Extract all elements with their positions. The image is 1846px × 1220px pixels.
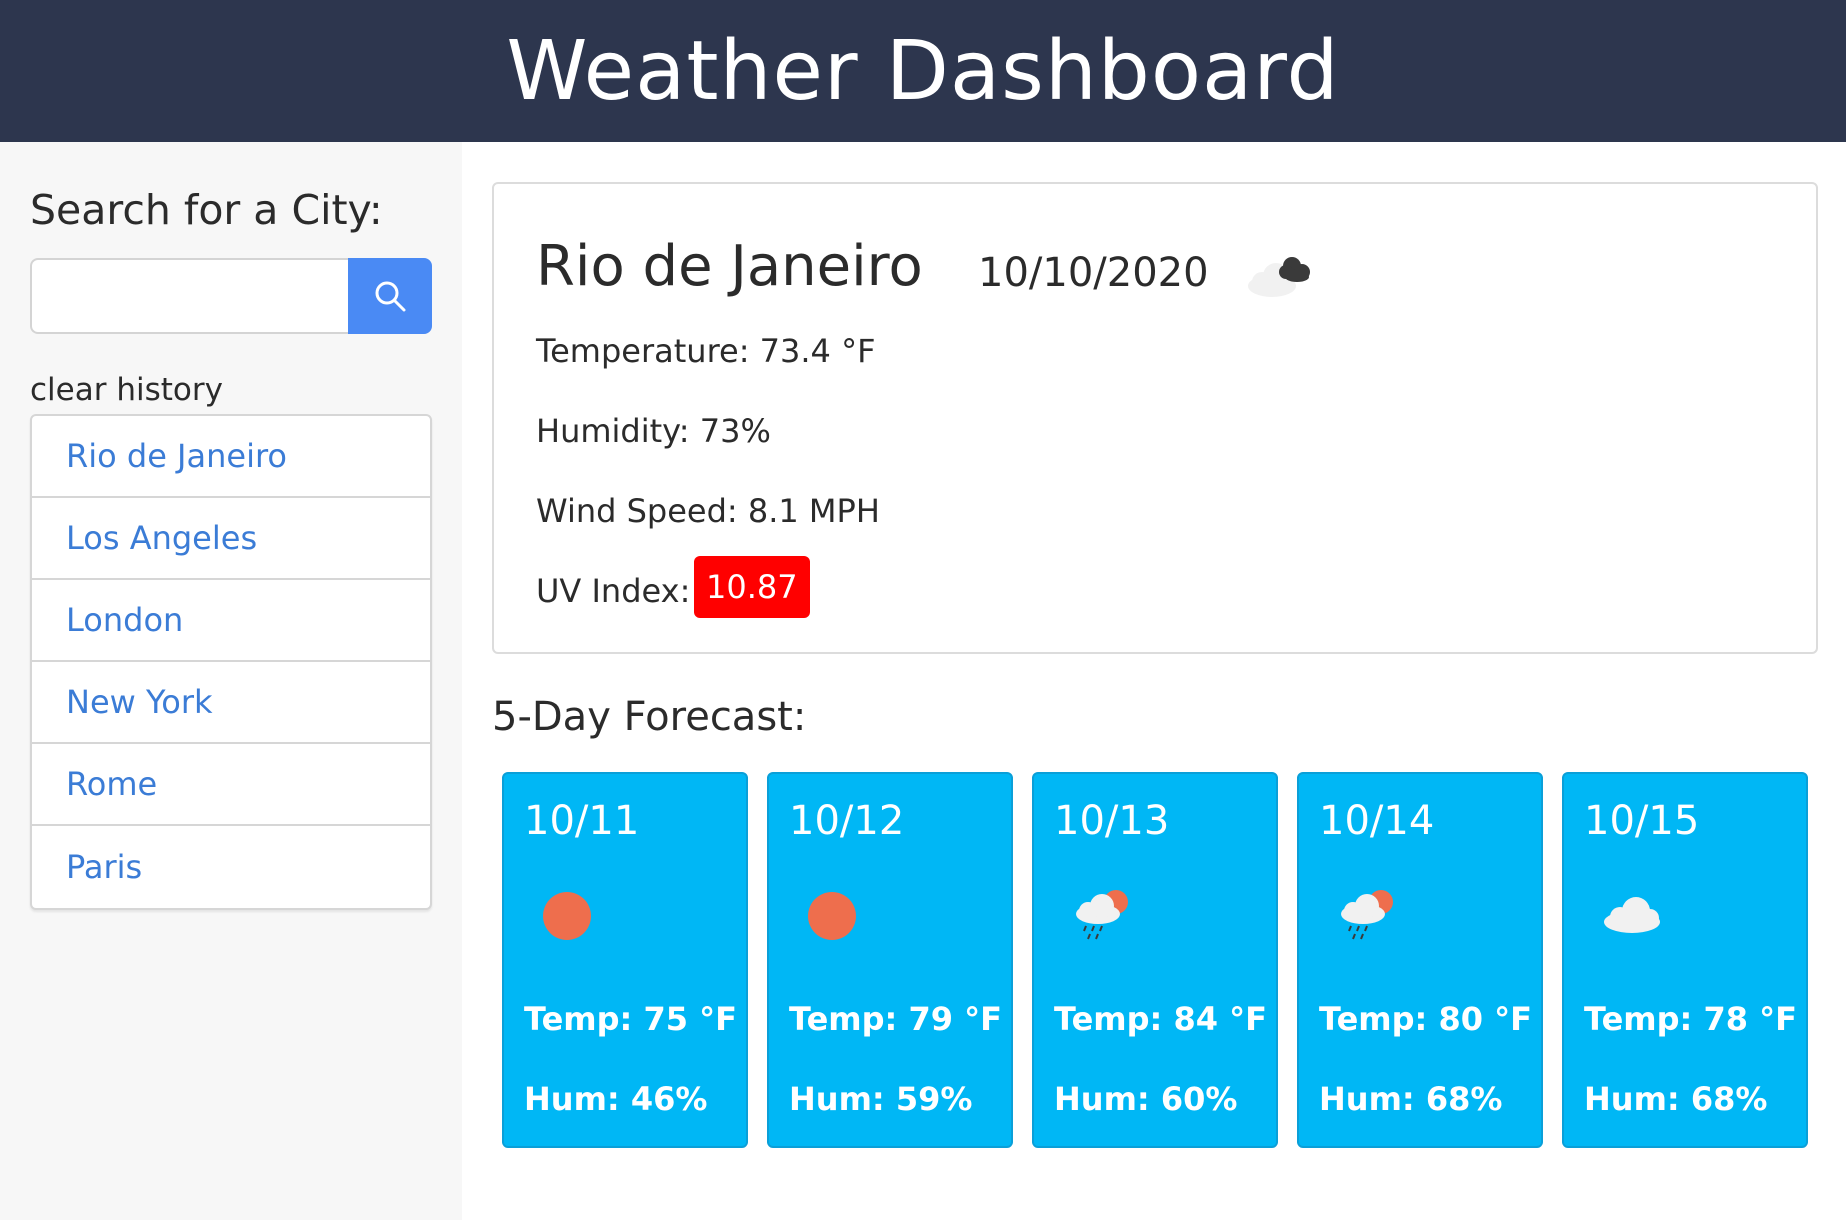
sun-icon	[543, 892, 591, 940]
forecast-humidity: Hum: 68%	[1584, 1080, 1768, 1118]
forecast-date: 10/15	[1584, 798, 1700, 844]
current-humidity: Humidity: 73%	[536, 412, 771, 450]
forecast-temp: Temp: 79 °F	[789, 1000, 1002, 1038]
uv-index-badge: 10.87	[694, 556, 810, 618]
clear-history-button[interactable]: clear history	[30, 372, 223, 408]
current-city-name: Rio de Janeiro	[536, 234, 923, 299]
current-weather-card: Rio de Janeiro 10/10/2020 Temperature: 7…	[492, 182, 1818, 654]
sidebar: Search for a City: clear history Rio de …	[0, 142, 462, 1220]
forecast-card: 10/14 Temp: 80 °F Hum: 68%	[1297, 772, 1543, 1148]
forecast-temp: Temp: 80 °F	[1319, 1000, 1532, 1038]
current-temperature: Temperature: 73.4 °F	[536, 332, 876, 370]
forecast-date: 10/11	[524, 798, 640, 844]
forecast-card: 10/12 Temp: 79 °F Hum: 59%	[767, 772, 1013, 1148]
search-button[interactable]	[348, 258, 432, 334]
sun-icon	[808, 892, 856, 940]
current-date: 10/10/2020	[978, 250, 1209, 296]
forecast-date: 10/12	[789, 798, 905, 844]
app-header: Weather Dashboard	[0, 0, 1846, 142]
rain-sun-icon	[1076, 890, 1128, 940]
rain-sun-icon	[1341, 890, 1393, 940]
cloudy-night-icon	[1248, 257, 1310, 297]
history-item[interactable]: London	[32, 580, 430, 662]
forecast-row: 10/11 Temp: 75 °F Hum: 46% 10/12 Temp: 7…	[502, 772, 1808, 1148]
search-icon	[375, 281, 406, 312]
forecast-card: 10/15 Temp: 78 °F Hum: 68%	[1562, 772, 1808, 1148]
search-title: Search for a City:	[30, 186, 383, 234]
current-wind-speed: Wind Speed: 8.1 MPH	[536, 492, 880, 530]
search-history-list: Rio de Janeiro Los Angeles London New Yo…	[30, 414, 432, 910]
forecast-humidity: Hum: 59%	[789, 1080, 973, 1118]
forecast-date: 10/13	[1054, 798, 1170, 844]
history-item[interactable]: Los Angeles	[32, 498, 430, 580]
forecast-title: 5-Day Forecast:	[492, 694, 807, 740]
forecast-humidity: Hum: 68%	[1319, 1080, 1503, 1118]
forecast-temp: Temp: 75 °F	[524, 1000, 737, 1038]
search-input[interactable]	[30, 258, 348, 334]
history-item[interactable]: Rio de Janeiro	[32, 416, 430, 498]
search-bar	[30, 258, 432, 334]
history-item[interactable]: Rome	[32, 744, 430, 826]
forecast-card: 10/13 Temp: 84 °F Hum: 60%	[1032, 772, 1278, 1148]
uv-index-label: UV Index:	[536, 572, 691, 610]
forecast-temp: Temp: 84 °F	[1054, 1000, 1267, 1038]
history-item[interactable]: New York	[32, 662, 430, 744]
cloud-icon	[1604, 897, 1660, 933]
forecast-temp: Temp: 78 °F	[1584, 1000, 1797, 1038]
forecast-humidity: Hum: 46%	[524, 1080, 708, 1118]
forecast-card: 10/11 Temp: 75 °F Hum: 46%	[502, 772, 748, 1148]
history-item[interactable]: Paris	[32, 826, 430, 908]
forecast-date: 10/14	[1319, 798, 1435, 844]
page-title: Weather Dashboard	[506, 23, 1340, 119]
forecast-humidity: Hum: 60%	[1054, 1080, 1238, 1118]
